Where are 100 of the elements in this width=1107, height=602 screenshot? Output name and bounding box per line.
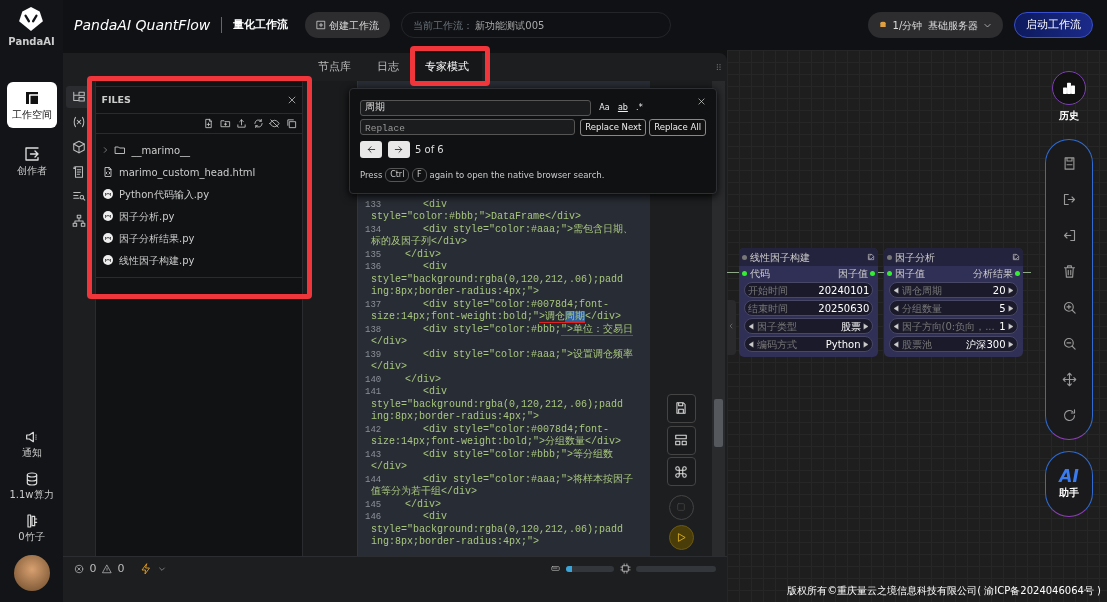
search-option-toggle[interactable]: Aa [599,101,610,114]
node-field[interactable]: 编码方式 Python [744,336,873,352]
new-folder-icon[interactable] [219,117,231,129]
input-port[interactable] [741,270,747,276]
code-line: </div> [404,373,441,386]
next-button[interactable] [387,141,410,158]
replace-all-button[interactable]: Replace All [649,118,706,136]
line-number: 135 [365,248,383,262]
variables-icon [72,115,86,129]
tool-button[interactable] [666,425,696,455]
close-icon[interactable] [286,94,297,105]
node-field[interactable]: 调仓周期 20 [889,282,1018,298]
file-item[interactable]: __marimo__ [96,139,302,162]
create-workflow-button[interactable]: 创建工作流 [304,12,390,38]
collapse-handle[interactable] [727,300,736,355]
node-field[interactable]: 结束时间 20250630 [744,300,873,316]
replace-next-button[interactable]: Replace Next [580,118,647,136]
node-title: 线性因子构建 [749,250,811,265]
assistant-button[interactable]: AI 助手 [1045,451,1093,518]
file-item[interactable]: 因子分析.py [96,205,302,228]
node-field[interactable]: 分组数量 5 [889,300,1018,316]
code-file-icon [101,166,114,179]
line-number: 137 [365,298,383,311]
right-arrow-icon [863,340,870,348]
error-count: 0 [89,560,97,577]
rail-item[interactable]: 0竹子 [18,513,45,544]
rail-item[interactable]: 工作空间 [6,82,57,129]
search-option-toggle[interactable]: .* [636,101,643,114]
code-line: </div> [404,498,441,511]
output-port[interactable] [1015,270,1021,276]
rail-item[interactable]: 创作者 [16,144,47,178]
output-port[interactable] [870,270,876,276]
line-number: 141 [365,386,383,399]
line-number: 138 [365,323,383,336]
code-line: ing:8px;border-radius:4px;"> [371,536,540,549]
save-icon[interactable] [1061,156,1077,172]
copyright-text: 版权所有©重庆量云之境信息科技有限公司( 渝ICP备2024046064号 ) [787,584,1101,598]
code-line: <div style="color:#0078d4;font- [422,298,610,310]
tab[interactable]: 日志 [364,52,412,81]
hint-text: Press [360,168,383,182]
history-button[interactable] [1052,71,1086,105]
warning-icon [102,563,112,574]
run-button[interactable] [668,525,694,550]
arrow-right-icon [393,144,404,155]
eye-off-icon[interactable] [269,117,280,129]
right-arrow-icon [863,322,870,330]
rail-item[interactable]: 通知 [21,429,42,460]
file-item[interactable]: 因子分析结果.py [96,227,302,250]
file-item[interactable]: 线性因子构建.py [96,249,302,272]
start-workflow-button[interactable]: 启动工作流 [1014,12,1094,38]
search-list-icon [72,189,86,204]
close-icon[interactable] [697,97,706,107]
exit-icon [22,144,41,163]
file-item[interactable]: marimo_custom_head.html [96,161,302,184]
caret-icon[interactable] [157,564,166,573]
node-field[interactable]: 因子方向(0:负向，... 1 [889,318,1018,334]
code-line: size:14px;font-weight:bold;">分组数量</div> [371,436,622,449]
node-card[interactable]: 线性因子构建 代码 因子值 开始时间 20240101 结束时间 20250630 因子类型 股票 编码方式 Python [739,248,878,357]
folder-icon [114,144,126,157]
zoom-in-icon[interactable] [1061,300,1077,316]
avatar[interactable] [13,555,50,591]
edit-icon[interactable] [1012,253,1021,261]
rail-item[interactable]: 1.1w算力 [9,471,54,502]
code-line: style="color:#bbb;">DataFrame</div> [371,211,582,224]
new-file-icon[interactable] [203,117,214,129]
tab[interactable]: 节点库 [305,52,364,81]
zoom-out-icon[interactable] [1061,336,1077,352]
server-dropdown[interactable]: 1/分钟 基础服务器 [868,12,1004,38]
refresh-icon[interactable] [1061,408,1077,424]
scrollbar-thumb[interactable] [714,398,723,447]
scroll-icon [72,164,86,179]
code-line: <div [422,198,447,211]
collapse-icon[interactable] [285,117,297,129]
trash-icon[interactable] [1061,264,1077,280]
refresh-icon[interactable] [252,117,264,129]
input-port[interactable] [886,270,892,276]
search-option-toggle[interactable]: ab [617,101,628,114]
previous-button[interactable] [360,141,382,158]
import-icon[interactable] [1061,228,1077,244]
arrow-left-icon [365,144,377,155]
node-field[interactable]: 因子类型 股票 [744,318,873,334]
upload-icon[interactable] [236,117,247,129]
right-arrow-icon [1008,304,1015,312]
warning-count: 0 [117,560,125,577]
node-field[interactable]: 股票池 沪深300 [889,336,1018,352]
edit-icon[interactable] [867,253,876,261]
tool-button[interactable] [666,457,696,487]
code-line: <div style="color:#bbb;">单位：交易日 [422,323,634,337]
export-icon[interactable] [1061,192,1077,208]
tool-button[interactable] [666,393,696,423]
file-item[interactable]: Python代码输入.py [96,183,302,206]
move-icon[interactable] [1061,372,1077,388]
search-field[interactable]: 周期 [360,99,591,116]
lightning-icon[interactable] [140,562,152,575]
code-line: 值等分为若干组</div> [371,486,477,499]
node-field[interactable]: 开始时间 20240101 [744,282,873,298]
replace-field[interactable]: Replace [360,119,575,135]
node-card[interactable]: 因子分析 因子值 分析结果 调仓周期 20 分组数量 5 因子方向(0:负向，... 1 股票池 沪深300 [884,248,1023,357]
notebook-icon [101,210,114,223]
tab[interactable]: 专家模式 [412,52,482,81]
